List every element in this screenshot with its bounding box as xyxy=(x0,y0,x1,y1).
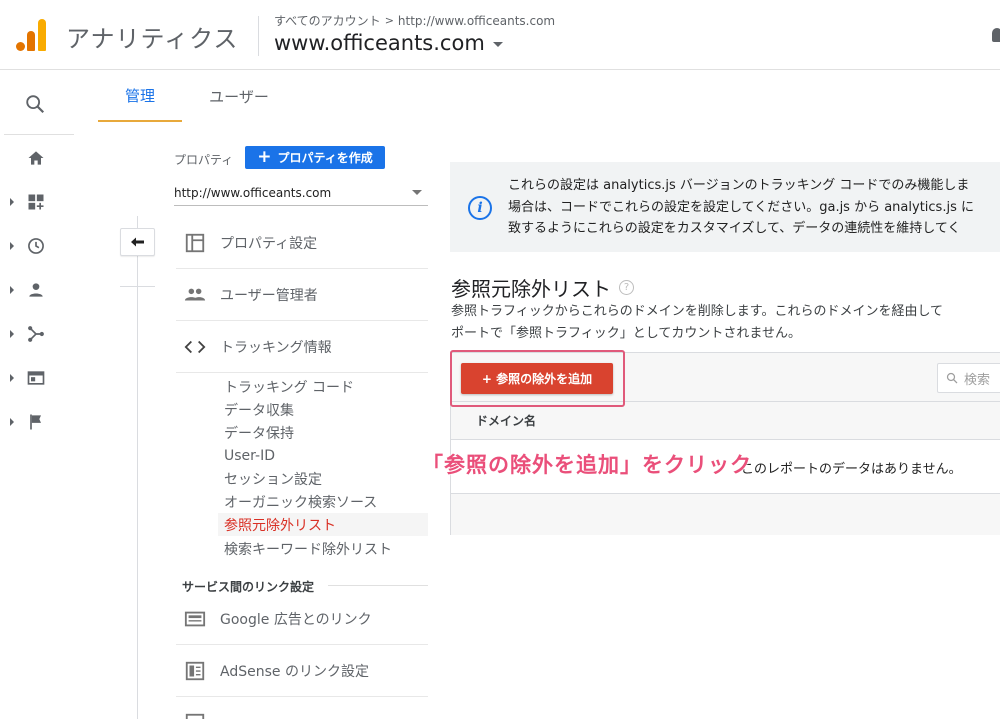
expand-arrow-icon xyxy=(10,242,14,250)
rail-item-realtime[interactable] xyxy=(10,233,70,259)
sub-item-data-retention[interactable]: データ保持 xyxy=(218,421,428,444)
back-button[interactable] xyxy=(120,228,155,256)
section-divider xyxy=(328,585,428,586)
adsense-icon xyxy=(185,661,205,680)
sub-item-user-id[interactable]: User-ID xyxy=(218,444,428,467)
link-icon xyxy=(185,713,205,719)
nav-google-ads-link[interactable]: Google 広告とのリンク xyxy=(176,593,428,645)
tab-admin[interactable]: 管理 xyxy=(98,70,182,122)
back-arrow-icon xyxy=(130,237,144,247)
info-icon: i xyxy=(468,196,492,220)
home-icon xyxy=(28,151,44,165)
nav-label: Google 広告とのリンク xyxy=(220,611,372,628)
ads-icon xyxy=(184,611,206,626)
column-tick xyxy=(120,286,155,287)
description-line-2: ポートで「参照トラフィック」としてカウントされません。 xyxy=(451,326,801,341)
search-icon xyxy=(946,372,958,384)
sub-item-organic-search[interactable]: オーガニック検索ソース xyxy=(218,490,428,513)
nav-tracking-info[interactable]: トラッキング情報 xyxy=(176,321,428,373)
search-icon[interactable] xyxy=(24,93,46,115)
display-icon xyxy=(27,371,45,385)
page-title-text: 参照元除外リスト xyxy=(451,277,611,301)
annotation-text: 「参照の除外を追加」をクリック xyxy=(422,453,752,477)
help-icon[interactable]: ? xyxy=(619,280,634,295)
rail-item-audience[interactable] xyxy=(10,277,70,303)
nav-property-settings[interactable]: プロパティ設定 xyxy=(176,217,428,269)
top-bar: アナリティクス すべてのアカウント > http://www.officeant… xyxy=(0,0,1000,70)
caret-down-icon xyxy=(492,42,503,47)
analytics-logo-icon[interactable] xyxy=(16,19,46,51)
info-text: これらの設定は analytics.js バージョンのトラッキング コードでのみ… xyxy=(508,175,1000,240)
rail-item-home[interactable] xyxy=(10,145,70,171)
property-settings-icon xyxy=(185,233,205,252)
search-input[interactable]: 検索 xyxy=(937,363,1000,393)
search-placeholder: 検索 xyxy=(964,372,991,388)
page-description: 参照トラフィックからこれらのドメインを削除します。これらのドメインを経由して ポ… xyxy=(451,301,1000,345)
expand-arrow-icon xyxy=(10,198,14,206)
tab-users[interactable]: ユーザー xyxy=(194,70,284,122)
admin-tabs: 管理 ユーザー xyxy=(98,70,1000,122)
sub-item-data-collection[interactable]: データ収集 xyxy=(218,398,428,421)
rail-item-behavior[interactable] xyxy=(10,365,70,391)
breadcrumb: すべてのアカウント > http://www.officeants.com xyxy=(274,12,555,29)
plus-icon: + xyxy=(257,147,272,167)
sub-item-referral-exclusion[interactable]: 参照元除外リスト xyxy=(218,513,428,536)
rail-item-conversions[interactable] xyxy=(10,409,70,435)
property-selected: http://www.officeants.com xyxy=(174,185,332,200)
notification-bell-icon[interactable] xyxy=(992,28,1000,42)
info-banner: i これらの設定は analytics.js バージョンのトラッキング コードで… xyxy=(450,162,1000,252)
sub-item-session-settings[interactable]: セッション設定 xyxy=(218,467,428,490)
expand-arrow-icon xyxy=(10,374,14,382)
expand-arrow-icon xyxy=(10,418,14,426)
create-property-label: プロパティを作成 xyxy=(277,151,373,165)
expand-arrow-icon xyxy=(10,286,14,294)
nav-adsense-link[interactable]: AdSense のリンク設定 xyxy=(176,645,428,697)
rail-item-acquisition[interactable] xyxy=(10,321,70,347)
nav-next-link[interactable] xyxy=(176,697,428,719)
caret-down-icon xyxy=(412,190,422,195)
code-icon xyxy=(184,340,206,353)
breadcrumb-all-accounts[interactable]: すべてのアカウント xyxy=(274,12,381,29)
rail-item-customization[interactable] xyxy=(10,189,70,215)
info-line-3: 致するようにこれらの設定をカスタマイズして、データの連続性を維持してく xyxy=(508,221,961,236)
nav-label: ユーザー管理者 xyxy=(220,287,318,304)
rail-divider xyxy=(4,134,74,135)
person-icon xyxy=(29,283,43,297)
left-rail xyxy=(0,70,74,719)
info-line-2: 場合は、コードでこれらの設定を設定してください。ga.js から analyti… xyxy=(508,199,974,215)
sub-item-search-term-exclusion[interactable]: 検索キーワード除外リスト xyxy=(218,537,428,560)
expand-arrow-icon xyxy=(10,330,14,338)
app-title: アナリティクス xyxy=(66,25,239,53)
people-icon xyxy=(184,288,206,300)
info-line-1: これらの設定は analytics.js バージョンのトラッキング コードでのみ… xyxy=(508,178,970,193)
nav-user-management[interactable]: ユーザー管理者 xyxy=(176,269,428,321)
nav-label: トラッキング情報 xyxy=(220,339,332,356)
nav-label: AdSense のリンク設定 xyxy=(220,663,369,680)
property-select[interactable]: http://www.officeants.com xyxy=(174,180,428,206)
chevron-right-icon: > xyxy=(384,14,394,27)
column-divider xyxy=(137,216,138,719)
add-referral-exclusion-button[interactable]: + 参照の除外を追加 xyxy=(461,363,613,394)
acquisition-icon xyxy=(28,326,44,342)
page-title: 参照元除外リスト ? xyxy=(451,273,634,302)
table-footer xyxy=(451,493,1000,535)
flag-icon xyxy=(30,414,41,430)
clock-icon xyxy=(28,238,44,254)
property-label: プロパティ xyxy=(174,153,234,167)
breadcrumb-account[interactable]: http://www.officeants.com xyxy=(398,14,555,28)
account-name: www.officeants.com xyxy=(274,31,485,55)
column-header-domain[interactable]: ドメイン名 xyxy=(451,402,1000,440)
description-line-1: 参照トラフィックからこれらのドメインを削除します。これらのドメインを経由して xyxy=(451,304,944,319)
sub-item-tracking-code[interactable]: トラッキング コード xyxy=(218,375,428,398)
nav-label: プロパティ設定 xyxy=(220,235,318,252)
dashboard-icon xyxy=(28,194,44,210)
header-divider xyxy=(258,16,259,56)
account-selector[interactable]: www.officeants.com xyxy=(274,31,503,55)
create-property-button[interactable]: + プロパティを作成 xyxy=(245,146,385,169)
